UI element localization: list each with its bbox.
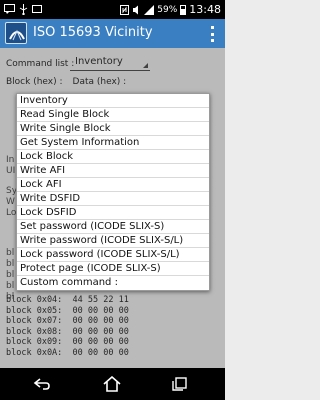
menu-item-read-single-block[interactable]: Read Single Block xyxy=(17,108,209,122)
menu-item-lock-afi[interactable]: Lock AFI xyxy=(17,178,209,192)
menu-item-write-afi[interactable]: Write AFI xyxy=(17,164,209,178)
overflow-menu-icon[interactable] xyxy=(211,26,215,42)
clock: 13:48 xyxy=(189,3,221,16)
recent-apps-icon[interactable] xyxy=(170,376,190,392)
signal-icon xyxy=(144,4,155,15)
menu-item-lock-password[interactable]: Lock password (ICODE SLIX-S/L) xyxy=(17,248,209,262)
battery-icon xyxy=(180,5,187,15)
menu-item-set-password[interactable]: Set password (ICODE SLIX-S) xyxy=(17,220,209,234)
menu-item-write-dsfid[interactable]: Write DSFID xyxy=(17,192,209,206)
menu-item-lock-dsfid[interactable]: Lock DSFID xyxy=(17,206,209,220)
messages-icon xyxy=(4,4,15,14)
usb-icon xyxy=(19,4,28,15)
battery-percent: 59% xyxy=(157,4,178,15)
action-bar: ISO 15693 Vicinity xyxy=(0,19,225,48)
mute-icon xyxy=(133,5,139,14)
status-bar: 59% 13:48 xyxy=(0,0,225,19)
menu-item-lock-block[interactable]: Lock Block xyxy=(17,150,209,164)
app-title: ISO 15693 Vicinity xyxy=(33,25,153,40)
back-icon[interactable] xyxy=(32,376,52,392)
home-icon[interactable] xyxy=(102,376,122,392)
menu-item-write-single-block[interactable]: Write Single Block xyxy=(17,122,209,136)
notification-icons xyxy=(4,4,42,15)
menu-item-custom-command[interactable]: Custom command : xyxy=(17,276,209,290)
menu-item-protect-page[interactable]: Protect page (ICODE SLIX-S) xyxy=(17,262,209,276)
menu-item-get-system-information[interactable]: Get System Information xyxy=(17,136,209,150)
navigation-bar xyxy=(0,368,225,400)
menu-item-inventory[interactable]: Inventory xyxy=(17,94,209,108)
app-logo-icon xyxy=(5,22,27,44)
nfc-icon xyxy=(120,4,130,15)
menu-item-write-password[interactable]: Write password (ICODE SLIX-S/L) xyxy=(17,234,209,248)
card-icon xyxy=(32,5,42,13)
command-dropdown-menu: Inventory Read Single Block Write Single… xyxy=(16,93,210,291)
